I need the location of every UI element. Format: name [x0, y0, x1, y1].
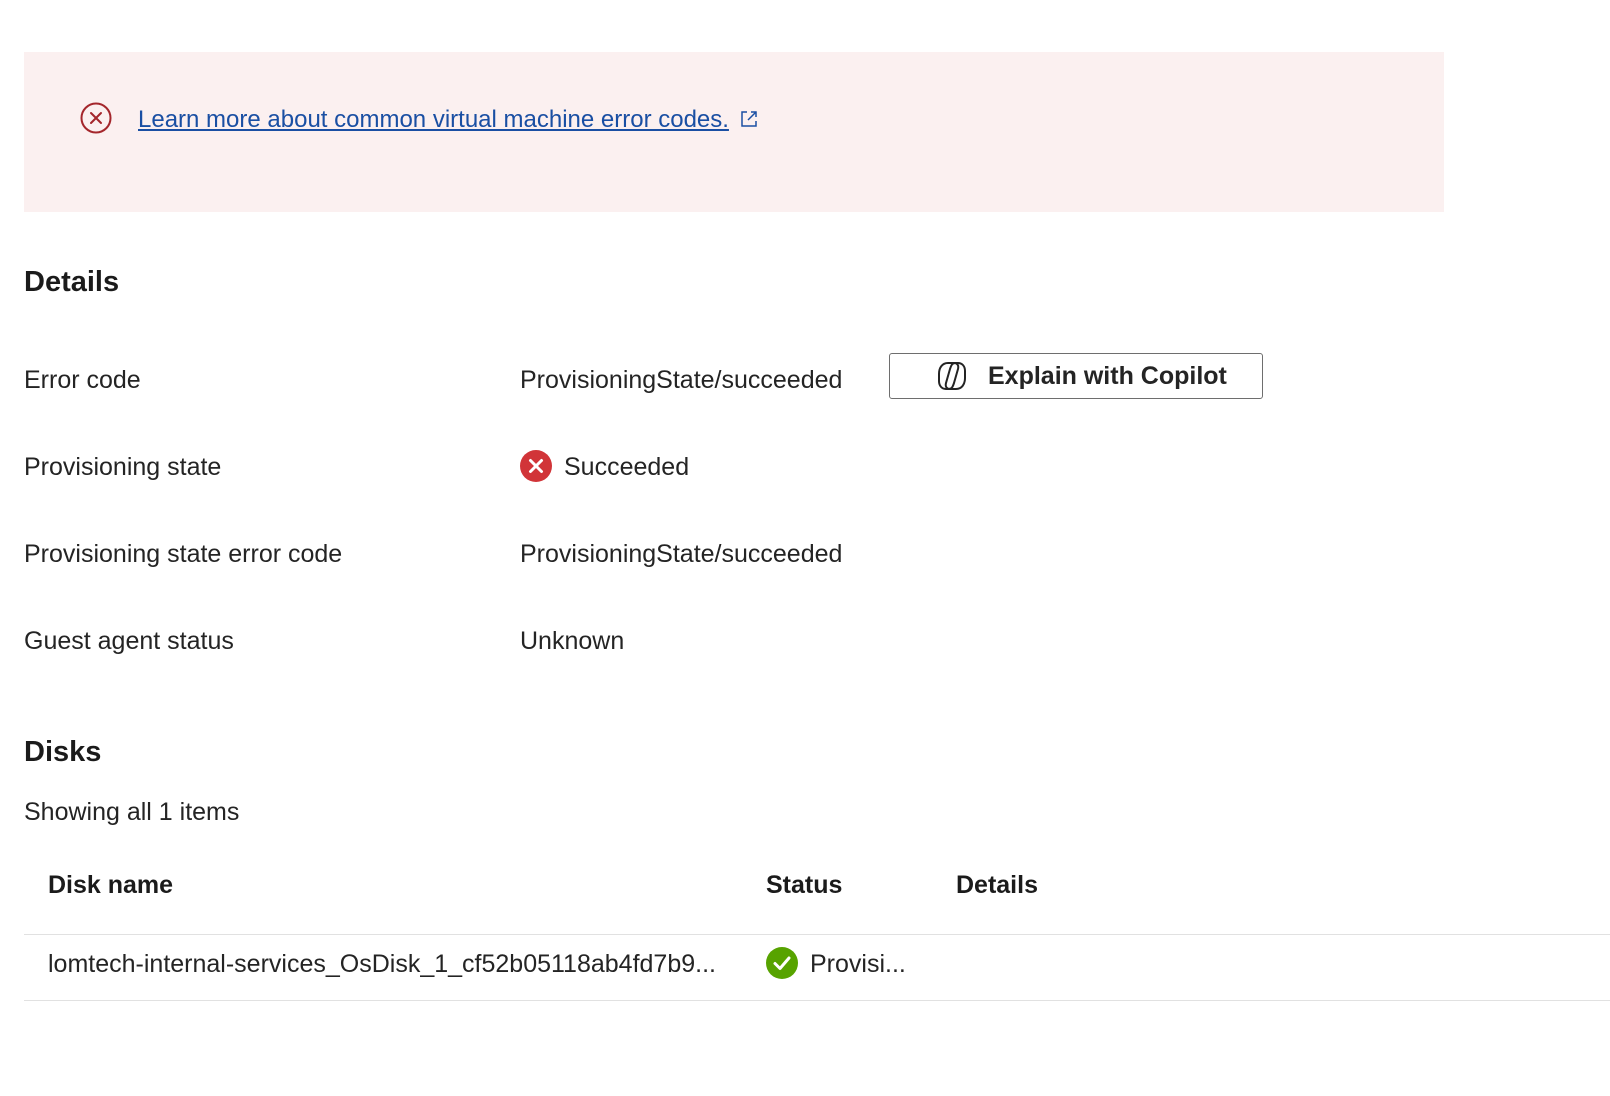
copilot-icon — [938, 362, 966, 390]
error-codes-link[interactable]: Learn more about common virtual machine … — [138, 104, 759, 136]
provisioning-state-error-code-label: Provisioning state error code — [24, 540, 343, 568]
status-cell: Provisi... — [766, 947, 906, 981]
provisioning-state-value: Succeeded — [520, 450, 689, 484]
row-divider — [24, 1000, 1610, 1001]
explain-with-copilot-label: Explain with Copilot — [988, 361, 1227, 390]
column-header-status[interactable]: Status — [766, 871, 842, 900]
error-codes-link-text: Learn more about common virtual machine … — [138, 106, 729, 133]
column-header-disk-name[interactable]: Disk name — [48, 871, 173, 900]
disk-name-cell[interactable]: lomtech-internal-services_OsDisk_1_cf52b… — [48, 947, 716, 981]
success-check-icon — [766, 947, 798, 979]
error-banner: Learn more about common virtual machine … — [24, 52, 1444, 212]
provisioning-state-label: Provisioning state — [24, 453, 222, 481]
disks-heading: Disks — [24, 736, 102, 768]
error-code-value: ProvisioningState/succeeded — [520, 366, 843, 394]
provisioning-state-error-code-value: ProvisioningState/succeeded — [520, 540, 843, 568]
details-heading: Details — [24, 266, 120, 298]
circle-x-icon — [80, 102, 112, 134]
disk-name-link[interactable]: lomtech-internal-services_OsDisk_1_cf52b… — [48, 950, 716, 978]
header-divider — [24, 934, 1610, 935]
error-filled-icon — [520, 450, 552, 482]
status-text: Provisi... — [810, 950, 906, 978]
explain-with-copilot-button[interactable]: Explain with Copilot — [889, 353, 1263, 399]
column-header-details[interactable]: Details — [956, 871, 1038, 900]
items-count: Showing all 1 items — [24, 798, 240, 826]
error-code-label: Error code — [24, 366, 141, 394]
provisioning-state-text: Succeeded — [564, 453, 690, 481]
external-link-icon — [741, 111, 757, 127]
guest-agent-status-value: Unknown — [520, 627, 625, 655]
guest-agent-status-label: Guest agent status — [24, 627, 234, 655]
